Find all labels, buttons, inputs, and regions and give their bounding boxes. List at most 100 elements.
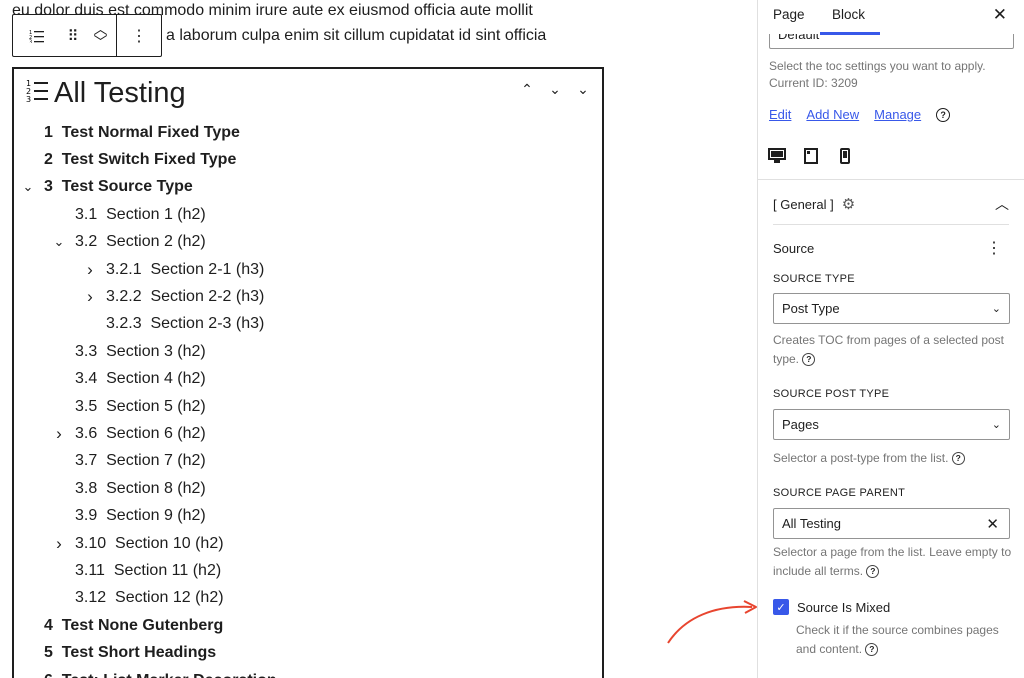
- help-icon[interactable]: ?: [866, 565, 880, 579]
- toc-item[interactable]: 2 Test Switch Fixed Type: [14, 146, 602, 173]
- help-icon[interactable]: ?: [951, 452, 965, 466]
- paragraph-text-continued[interactable]: a laborum culpa enim sit cillum cupidata…: [166, 26, 546, 46]
- source-post-type-label: SOURCE POST TYPE: [773, 388, 890, 400]
- source-page-parent-help: Selector a page from the list. Leave emp…: [773, 543, 1013, 581]
- manage-link[interactable]: Manage: [874, 107, 921, 122]
- toc-item[interactable]: 4 Test None Gutenberg: [14, 612, 602, 639]
- toc-item-text[interactable]: 3.8 Section 8 (h2): [75, 480, 206, 498]
- toc-item[interactable]: 3.11 Section 11 (h2): [14, 557, 602, 584]
- desktop-icon[interactable]: [767, 146, 787, 166]
- toc-item-text[interactable]: 3.1 Section 1 (h2): [75, 206, 206, 224]
- chevron-right-icon[interactable]: ›: [53, 534, 65, 554]
- close-icon[interactable]: ✕: [993, 5, 1007, 25]
- current-id: Current ID: 3209: [769, 76, 858, 90]
- panel-title: [ General ]: [773, 196, 834, 212]
- toc-item-text[interactable]: 6 Test: List Marker Decoration: [44, 672, 277, 678]
- source-page-parent-input[interactable]: All Testing ✕: [773, 508, 1010, 539]
- toc-item[interactable]: 3.8 Section 8 (h2): [14, 475, 602, 502]
- preset-links: Edit Add New Manage ?: [769, 107, 951, 122]
- toc-item[interactable]: 5 Test Short Headings: [14, 640, 602, 667]
- general-panel-header[interactable]: [ General ] ⚙ ︿: [773, 195, 1009, 213]
- chevron-up-icon[interactable]: ︿: [995, 194, 1009, 214]
- add-new-link[interactable]: Add New: [806, 107, 859, 122]
- sidebar-tabs: Page Block ✕: [758, 0, 1024, 35]
- toc-item[interactable]: 3.9 Section 9 (h2): [14, 503, 602, 530]
- block-toolbar: 123 ⠿ ︿ ﹀ ⋮: [12, 14, 162, 57]
- mobile-icon[interactable]: [835, 146, 855, 166]
- toc-item-text[interactable]: 3.11 Section 11 (h2): [75, 562, 221, 580]
- help-icon[interactable]: ?: [802, 353, 816, 367]
- block-options-icon[interactable]: ⋮: [117, 15, 161, 56]
- toc-item-text[interactable]: 3.10 Section 10 (h2): [75, 535, 224, 553]
- toc-item-text[interactable]: 3.7 Section 7 (h2): [75, 452, 206, 470]
- toc-title: All Testing: [54, 77, 186, 109]
- toc-item[interactable]: ⌄ 3 Test Source Type: [14, 174, 602, 201]
- toc-item[interactable]: 3.3 Section 3 (h2): [14, 338, 602, 365]
- toc-item-text[interactable]: 5 Test Short Headings: [44, 644, 216, 662]
- move-block-buttons: ︿ ﹀: [85, 15, 117, 56]
- toc-item-text[interactable]: 3.9 Section 9 (h2): [75, 507, 206, 525]
- toc-item[interactable]: 3.7 Section 7 (h2): [14, 448, 602, 475]
- source-page-parent-help-text: Selector a page from the list. Leave emp…: [773, 545, 1012, 578]
- toc-header: 123 All Testing: [26, 75, 186, 111]
- toc-item-text[interactable]: 2 Test Switch Fixed Type: [44, 151, 236, 169]
- toc-item[interactable]: › 3.6 Section 6 (h2): [14, 420, 602, 447]
- source-type-select[interactable]: Post Type ⌄: [773, 293, 1010, 324]
- toc-item[interactable]: › 3.10 Section 10 (h2): [14, 530, 602, 557]
- toc-item-text[interactable]: 3.4 Section 4 (h2): [75, 370, 206, 388]
- toc-block-type-icon[interactable]: 123: [13, 15, 61, 56]
- toc-item[interactable]: 3.5 Section 5 (h2): [14, 393, 602, 420]
- toc-block[interactable]: 123 All Testing ⌃ ⌄ ⌄ 1 Test Normal Fixe…: [12, 67, 604, 678]
- toc-item[interactable]: 6 Test: List Marker Decoration: [14, 667, 602, 678]
- toc-item-text[interactable]: 3.2.1 Section 2-1 (h3): [106, 261, 264, 279]
- toc-item-text[interactable]: 3.3 Section 3 (h2): [75, 343, 206, 361]
- source-post-type-value: Pages: [782, 417, 819, 432]
- toc-item-text[interactable]: 3.5 Section 5 (h2): [75, 398, 206, 416]
- toc-item[interactable]: 3.2.3 Section 2-3 (h3): [14, 311, 602, 338]
- chevron-right-icon[interactable]: ›: [84, 260, 96, 280]
- toc-item-text[interactable]: 3.2.3 Section 2-3 (h3): [106, 315, 264, 333]
- source-is-mixed-help-text: Check it if the source combines pages an…: [796, 623, 999, 656]
- chevron-down-icon[interactable]: ⌄: [576, 81, 590, 98]
- expand-all-icon[interactable]: ⌃: [520, 81, 534, 98]
- help-icon[interactable]: ?: [936, 107, 951, 122]
- more-options-icon[interactable]: ⋮: [986, 238, 1002, 258]
- svg-text:3: 3: [29, 39, 32, 43]
- toc-item-text[interactable]: 1 Test Normal Fixed Type: [44, 124, 240, 142]
- svg-text:3: 3: [26, 95, 31, 104]
- clear-icon[interactable]: ✕: [986, 515, 999, 533]
- source-is-mixed-label[interactable]: Source Is Mixed: [797, 600, 890, 615]
- toc-item-text[interactable]: 4 Test None Gutenberg: [44, 617, 223, 635]
- chevron-down-icon[interactable]: ⌄: [22, 179, 34, 195]
- toc-item[interactable]: 1 Test Normal Fixed Type: [14, 119, 602, 146]
- tablet-icon[interactable]: [801, 146, 821, 166]
- toc-item-text[interactable]: 3 Test Source Type: [44, 178, 193, 196]
- toc-item[interactable]: 3.12 Section 12 (h2): [14, 585, 602, 612]
- toc-item-text[interactable]: 3.6 Section 6 (h2): [75, 425, 206, 443]
- chevron-right-icon[interactable]: ›: [84, 287, 96, 307]
- gear-icon[interactable]: ⚙: [842, 195, 855, 213]
- toc-item[interactable]: 3.4 Section 4 (h2): [14, 366, 602, 393]
- source-post-type-help-text: Selector a post-type from the list.: [773, 451, 949, 465]
- help-icon[interactable]: ?: [865, 643, 879, 657]
- toc-item[interactable]: › 3.2.2 Section 2-2 (h3): [14, 283, 602, 310]
- drag-handle-icon[interactable]: ⠿: [61, 15, 85, 56]
- edit-link[interactable]: Edit: [769, 107, 791, 122]
- chevron-right-icon[interactable]: ›: [53, 424, 65, 444]
- settings-sidebar: Default Page Block ✕ Select the toc sett…: [757, 0, 1024, 678]
- chevron-down-icon: ⌄: [991, 419, 1001, 431]
- toc-item-text[interactable]: 3.12 Section 12 (h2): [75, 589, 224, 607]
- toc-item[interactable]: › 3.2.1 Section 2-1 (h3): [14, 256, 602, 283]
- collapse-all-icon[interactable]: ⌄: [548, 81, 562, 98]
- tab-block[interactable]: Block: [832, 7, 865, 22]
- toc-item[interactable]: ⌄ 3.2 Section 2 (h2): [14, 229, 602, 256]
- toc-item-text[interactable]: 3.2.2 Section 2-2 (h3): [106, 288, 264, 306]
- tab-page[interactable]: Page: [773, 7, 805, 22]
- move-down-icon[interactable]: ﹀: [94, 35, 108, 49]
- source-post-type-select[interactable]: Pages ⌄: [773, 409, 1010, 440]
- toc-item-text[interactable]: 3.2 Section 2 (h2): [75, 233, 206, 251]
- source-is-mixed-checkbox[interactable]: ✓: [773, 599, 789, 615]
- chevron-down-icon[interactable]: ⌄: [53, 234, 65, 250]
- source-is-mixed-help: Check it if the source combines pages an…: [796, 621, 1018, 659]
- toc-item[interactable]: 3.1 Section 1 (h2): [14, 201, 602, 228]
